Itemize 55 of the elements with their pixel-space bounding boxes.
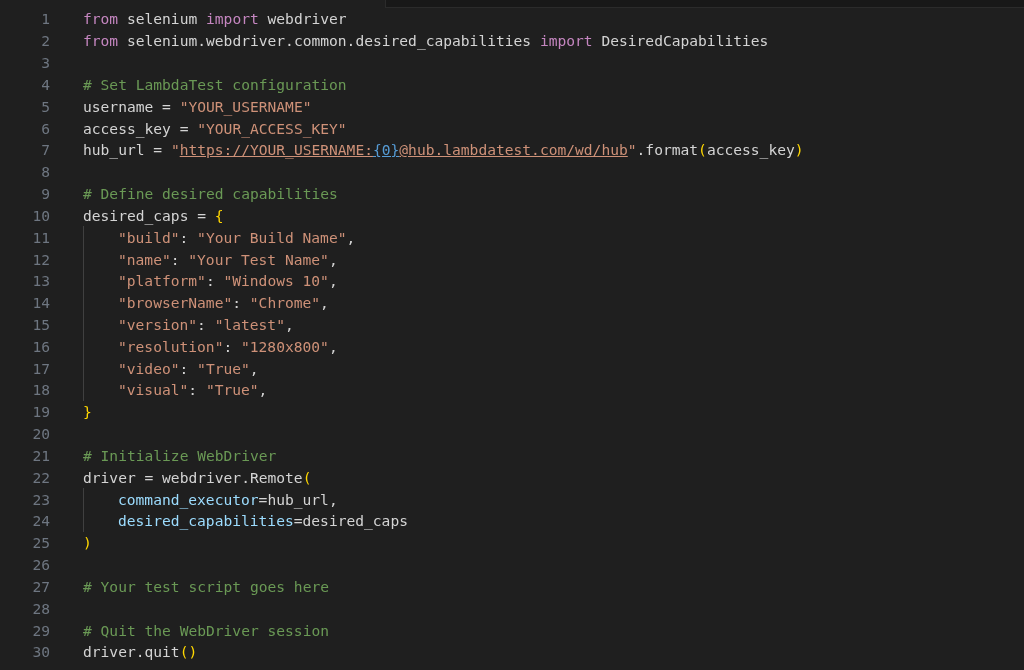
code-line: "platform": "Windows 10", <box>118 272 338 290</box>
line-number: 29 <box>31 621 50 639</box>
code-line: from selenium import webdriver <box>83 10 347 28</box>
code-line: from selenium.webdriver.common.desired_capabilities import DesiredCapabilities <box>83 32 769 50</box>
code-line: desired_caps = { <box>83 206 224 224</box>
line-number: 30 <box>31 643 50 661</box>
line-number: 18 <box>31 381 50 399</box>
code-line: hub_url = "https://YOUR_USERNAME:{0}@hub.lambdatest.com/wd/hub".format(access_key) <box>83 141 804 159</box>
code-line: "resolution": "1280x800", <box>118 337 338 355</box>
code-line: # Your test script goes here <box>83 577 329 595</box>
code-line: "name": "Your Test Name", <box>118 250 338 268</box>
code-line: "visual": "True", <box>118 381 268 399</box>
line-number: 23 <box>31 490 50 508</box>
line-number: 9 <box>40 185 50 203</box>
line-number: 21 <box>31 446 50 464</box>
code-line: command_executor=hub_url, <box>118 490 338 508</box>
code-line: "build": "Your Build Name", <box>118 228 356 246</box>
line-number: 24 <box>31 512 50 530</box>
line-number: 5 <box>40 97 50 115</box>
line-number: 20 <box>31 425 50 443</box>
code-line: # Set LambdaTest configuration <box>83 75 347 93</box>
line-number: 15 <box>31 316 50 333</box>
code-line: # Define desired capabilities <box>83 185 338 203</box>
line-number: 19 <box>31 403 50 421</box>
line-number: 8 <box>40 163 50 181</box>
line-number: 1 <box>40 10 50 28</box>
line-number: 14 <box>31 294 50 312</box>
code-line: "version": "latest", <box>118 316 294 333</box>
line-number: 28 <box>31 599 50 617</box>
line-number: 22 <box>31 468 50 486</box>
line-number: 12 <box>31 250 50 268</box>
line-number: 17 <box>31 359 50 377</box>
line-number: 13 <box>31 272 50 290</box>
code-line: access_key = "YOUR_ACCESS_KEY" <box>83 119 347 137</box>
line-number: 27 <box>31 577 50 595</box>
line-number: 6 <box>40 119 50 137</box>
line-number: 26 <box>31 556 50 574</box>
line-number: 25 <box>31 534 50 552</box>
code-line: # Quit the WebDriver session <box>83 621 329 639</box>
line-number: 3 <box>40 54 50 72</box>
line-number: 2 <box>40 32 50 50</box>
code-line: # Initialize WebDriver <box>83 446 277 464</box>
line-number: 10 <box>31 206 50 224</box>
code-line: desired_capabilities=desired_caps <box>118 512 408 530</box>
line-number: 16 <box>31 337 50 355</box>
code-line: driver = webdriver.Remote( <box>83 468 312 486</box>
line-number: 4 <box>40 75 50 93</box>
code-line: } <box>83 403 92 421</box>
line-number: 7 <box>40 141 50 159</box>
code-line: "video": "True", <box>118 359 259 377</box>
code-line: ) <box>83 534 92 552</box>
line-number: 11 <box>31 228 50 246</box>
code-line: username = "YOUR_USERNAME" <box>83 97 312 115</box>
code-line: "browserName": "Chrome", <box>118 294 329 312</box>
code-line: driver.quit() <box>83 643 198 661</box>
